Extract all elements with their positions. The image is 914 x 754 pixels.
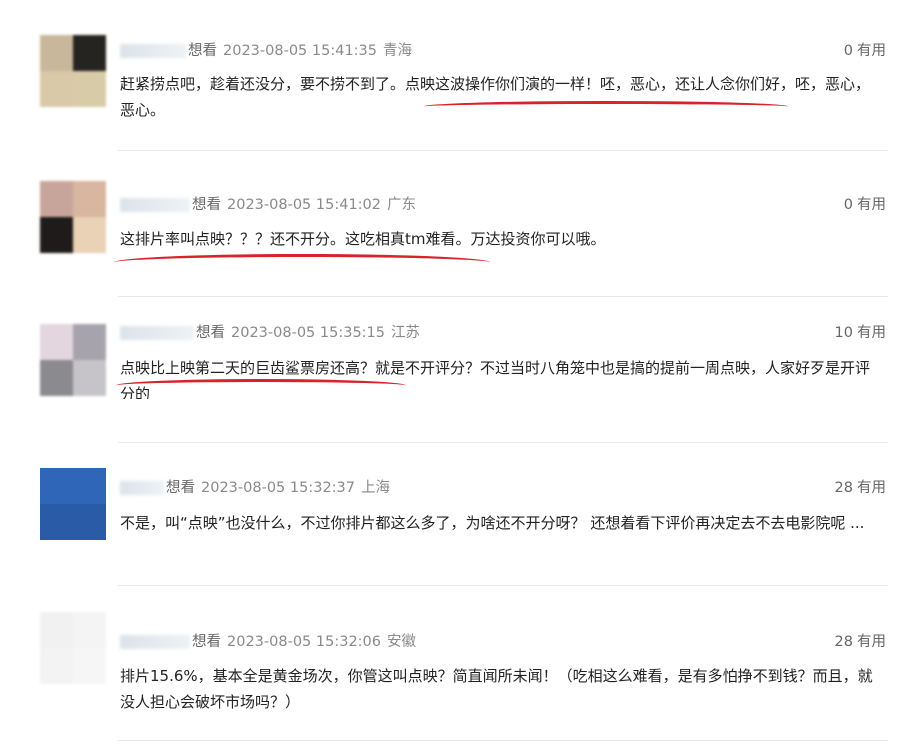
useful-vote[interactable]: 10 有用 (835, 323, 886, 343)
region: 安徽 (387, 634, 416, 650)
comment-text: 不是，叫“点映”也没什么，不过你排片都这么多了，为啥还不开分呀？ 还想着看下评价… (120, 514, 865, 532)
divider (118, 442, 888, 443)
comment-text: 点映比上映第二天的巨齿鲨票房还高？就是不开评分？不过当时八角笼中也是搞的提前一周… (120, 359, 871, 399)
region: 青海 (383, 43, 412, 59)
useful-count: 28 (834, 634, 853, 650)
comment-meta: 想看 2023-08-05 15:41:02 广东 (120, 195, 416, 215)
useful-count: 0 (843, 43, 853, 59)
comment-meta: 想看 2023-08-05 15:35:15 江苏 (120, 323, 420, 343)
useful-vote[interactable]: 0 有用 (844, 195, 886, 215)
comment-text: 赶紧捞点吧，趁着还没分，要不捞不到了。点映这波操作你们演的一样！呸，恶心，还让人… (120, 75, 871, 119)
comment-text: 排片15.6%，基本全是黄金场次，你管这叫点映？简直闻所未闻！（吃相这么难看，是… (120, 667, 873, 711)
watch-status: 想看 (192, 634, 221, 650)
useful-label: 有用 (857, 43, 886, 59)
timestamp: 2023-08-05 15:41:02 (227, 197, 381, 213)
divider (118, 740, 888, 741)
divider (118, 585, 888, 586)
avatar[interactable] (40, 181, 106, 253)
username[interactable] (120, 44, 186, 58)
region: 广东 (387, 197, 416, 213)
watch-status: 想看 (166, 480, 195, 496)
useful-label: 有用 (857, 480, 886, 496)
useful-label: 有用 (857, 325, 886, 341)
annotation-underline (424, 101, 788, 112)
username[interactable] (120, 481, 164, 495)
annotation-underline (114, 254, 490, 271)
comment-text: 这排片率叫点映？？？还不开分。这吃相真tm难看。万达投资你可以哦。 (120, 230, 606, 248)
comment-meta: 想看 2023-08-05 15:41:35 青海 (120, 41, 412, 61)
timestamp: 2023-08-05 15:41:35 (223, 43, 377, 59)
useful-vote[interactable]: 0 有用 (844, 41, 886, 61)
region: 上海 (361, 480, 390, 496)
timestamp: 2023-08-05 15:35:15 (231, 325, 385, 341)
useful-label: 有用 (857, 197, 886, 213)
avatar[interactable] (40, 612, 106, 684)
useful-label: 有用 (857, 634, 886, 650)
useful-vote[interactable]: 28 有用 (835, 632, 886, 652)
username[interactable] (120, 326, 194, 340)
useful-count: 28 (834, 480, 853, 496)
useful-count: 10 (834, 325, 853, 341)
avatar[interactable] (40, 35, 106, 107)
timestamp: 2023-08-05 15:32:06 (227, 634, 381, 650)
avatar[interactable] (40, 324, 106, 396)
watch-status: 想看 (196, 325, 225, 341)
divider (118, 296, 888, 297)
watch-status: 想看 (192, 197, 221, 213)
timestamp: 2023-08-05 15:32:37 (201, 480, 355, 496)
useful-vote[interactable]: 28 有用 (835, 478, 886, 498)
avatar[interactable] (40, 468, 106, 540)
region: 江苏 (391, 325, 420, 341)
divider (118, 150, 888, 151)
annotation-underline (116, 379, 406, 392)
comment-meta: 想看 2023-08-05 15:32:06 安徽 (120, 632, 416, 652)
watch-status: 想看 (188, 43, 217, 59)
useful-count: 0 (843, 197, 853, 213)
username[interactable] (120, 635, 190, 649)
username[interactable] (120, 198, 190, 212)
comment-meta: 想看 2023-08-05 15:32:37 上海 (120, 478, 390, 498)
